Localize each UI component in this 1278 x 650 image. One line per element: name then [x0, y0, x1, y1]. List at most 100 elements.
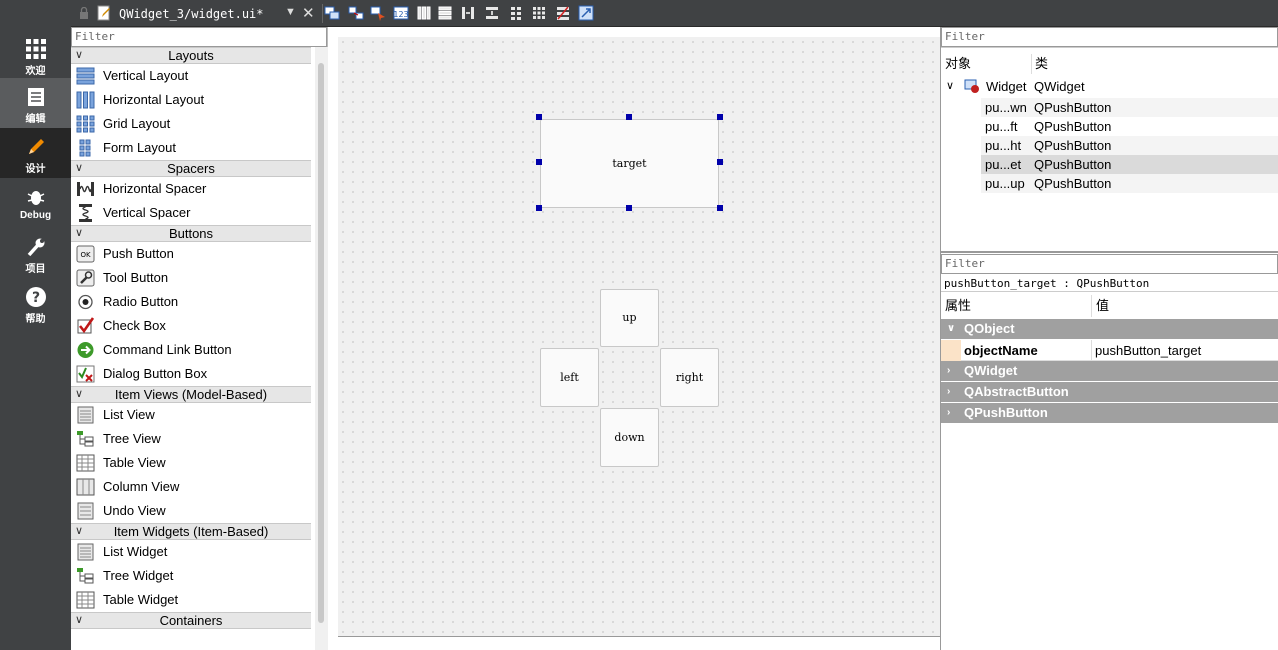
object-inspector-filter-input[interactable]: Filter [941, 27, 1278, 47]
widget-item-dialog-button-box[interactable]: Dialog Button Box [71, 362, 311, 386]
widget-item-table-widget[interactable]: Table Widget [71, 588, 311, 612]
selection-handle[interactable] [626, 205, 632, 211]
undo-view-icon [77, 502, 94, 520]
horizontal-spacer-icon [77, 182, 94, 196]
widget-item-column-view[interactable]: Column View [71, 475, 311, 499]
column-header-class[interactable]: 类 [1035, 54, 1048, 74]
property-group-qabstractbutton[interactable]: › QAbstractButton [941, 382, 1278, 402]
command-link-icon [77, 342, 94, 358]
edit-tab-order-icon[interactable]: 123 [393, 5, 409, 21]
widget-item-table-view[interactable]: Table View [71, 451, 311, 475]
category-containers[interactable]: ∨ Containers [71, 612, 311, 629]
widget-item-vertical-layout[interactable]: Vertical Layout [71, 64, 311, 88]
layout-form-icon[interactable] [508, 5, 524, 21]
property-name: objectName [964, 343, 1038, 358]
edit-signals-icon[interactable] [348, 5, 364, 21]
widget-item-form-layout[interactable]: Form Layout [71, 136, 311, 160]
adjust-size-icon[interactable] [578, 5, 594, 21]
mode-help[interactable]: ? 帮助 [0, 278, 71, 328]
close-icon[interactable]: ✕ [302, 4, 315, 22]
widget-item-horizontal-layout[interactable]: Horizontal Layout [71, 88, 311, 112]
tree-row-selected[interactable]: pu...et QPushButton [981, 155, 1278, 174]
widget-item-command-link-button[interactable]: Command Link Button [71, 338, 311, 362]
column-header-value[interactable]: 值 [1096, 296, 1109, 316]
mode-welcome[interactable]: 欢迎 [0, 30, 71, 80]
edit-buddies-icon[interactable] [370, 5, 386, 21]
document-icon [27, 88, 44, 106]
chevron-down-icon[interactable]: ▼ [285, 6, 296, 18]
push-button-icon: OK [76, 245, 95, 263]
object-name: pu...et [985, 157, 1022, 172]
push-button-down[interactable]: down [600, 408, 659, 467]
tree-row[interactable]: pu...up QPushButton [981, 174, 1278, 193]
break-layout-icon[interactable] [555, 5, 571, 21]
column-header-property[interactable]: 属性 [945, 296, 971, 316]
selection-handle[interactable] [717, 205, 723, 211]
property-row-objectname[interactable]: objectName pushButton_target [941, 340, 1278, 361]
selection-handle[interactable] [717, 159, 723, 165]
property-editor-filter-input[interactable]: Filter [941, 254, 1278, 274]
property-group-qwidget[interactable]: › QWidget [941, 361, 1278, 381]
selection-handle[interactable] [717, 114, 723, 120]
chevron-down-icon: ∨ [75, 525, 84, 537]
selection-handle[interactable] [536, 205, 542, 211]
column-header-object[interactable]: 对象 [945, 54, 971, 74]
widget-item-label: List View [103, 407, 155, 422]
widget-item-tool-button[interactable]: Tool Button [71, 266, 311, 290]
widget-item-tree-widget[interactable]: Tree Widget [71, 564, 311, 588]
layout-splitter-horizontal-icon[interactable] [460, 5, 476, 21]
category-layouts[interactable]: ∨ Layouts [71, 47, 311, 64]
mode-edit[interactable]: 编辑 [0, 78, 71, 128]
layout-vertical-icon[interactable] [437, 5, 453, 21]
button-label: down [614, 431, 645, 444]
tree-row[interactable]: pu...ht QPushButton [981, 136, 1278, 155]
selection-handle[interactable] [626, 114, 632, 120]
mode-design[interactable]: 设计 [0, 128, 71, 178]
property-group-qobject[interactable]: ∨ QObject [941, 319, 1278, 339]
toolbar-separator [322, 4, 323, 23]
selection-handle[interactable] [536, 159, 542, 165]
layout-grid-icon[interactable] [531, 5, 547, 21]
widget-item-push-button[interactable]: OK Push Button [71, 242, 311, 266]
widget-item-list-widget[interactable]: List Widget [71, 540, 311, 564]
widget-box-scrollbar[interactable] [315, 47, 328, 650]
file-tab[interactable]: QWidget_3/widget.ui* ▼ ✕ [71, 0, 321, 27]
property-group-qpushbutton[interactable]: › QPushButton [941, 403, 1278, 423]
filter-placeholder: Filter [945, 257, 985, 270]
push-button-left[interactable]: left [540, 348, 599, 407]
widget-item-list-view[interactable]: List View [71, 403, 311, 427]
form-canvas[interactable]: target up left right down [338, 37, 940, 637]
category-label: Layouts [168, 48, 214, 63]
widget-item-horizontal-spacer[interactable]: Horizontal Spacer [71, 177, 311, 201]
widget-item-check-box[interactable]: Check Box [71, 314, 311, 338]
tree-row-root[interactable]: ∨ Widget QWidget [941, 77, 1278, 96]
push-button-right[interactable]: right [660, 348, 719, 407]
category-item-views[interactable]: ∨ Item Views (Model-Based) [71, 386, 311, 403]
scrollbar-thumb[interactable] [318, 63, 324, 623]
layout-splitter-vertical-icon[interactable] [484, 5, 500, 21]
edit-widgets-icon[interactable] [324, 5, 340, 21]
category-spacers[interactable]: ∨ Spacers [71, 160, 311, 177]
category-buttons[interactable]: ∨ Buttons [71, 225, 311, 242]
push-button-target[interactable]: target [540, 119, 719, 208]
widget-item-undo-view[interactable]: Undo View [71, 499, 311, 523]
dialog-button-box-icon [76, 365, 95, 383]
tree-row[interactable]: pu...wn QPushButton [981, 98, 1278, 117]
layout-horizontal-icon[interactable] [416, 5, 432, 21]
widget-item-grid-layout[interactable]: Grid Layout [71, 112, 311, 136]
mode-debug[interactable]: Debug [0, 178, 71, 228]
category-item-widgets[interactable]: ∨ Item Widgets (Item-Based) [71, 523, 311, 540]
tree-row[interactable]: pu...ft QPushButton [981, 117, 1278, 136]
mode-projects[interactable]: 项目 [0, 228, 71, 278]
property-value[interactable]: pushButton_target [1095, 343, 1201, 358]
button-label: target [612, 157, 647, 170]
push-button-up[interactable]: up [600, 289, 659, 347]
selection-handle[interactable] [536, 114, 542, 120]
widget-item-tree-view[interactable]: Tree View [71, 427, 311, 451]
widget-item-label: Vertical Spacer [103, 205, 191, 220]
widget-item-radio-button[interactable]: Radio Button [71, 290, 311, 314]
widget-item-vertical-spacer[interactable]: Vertical Spacer [71, 201, 311, 225]
button-label: up [622, 311, 637, 324]
selected-object-label: pushButton_target : QPushButton [944, 277, 1150, 290]
widget-box-filter-input[interactable]: Filter [71, 27, 327, 47]
